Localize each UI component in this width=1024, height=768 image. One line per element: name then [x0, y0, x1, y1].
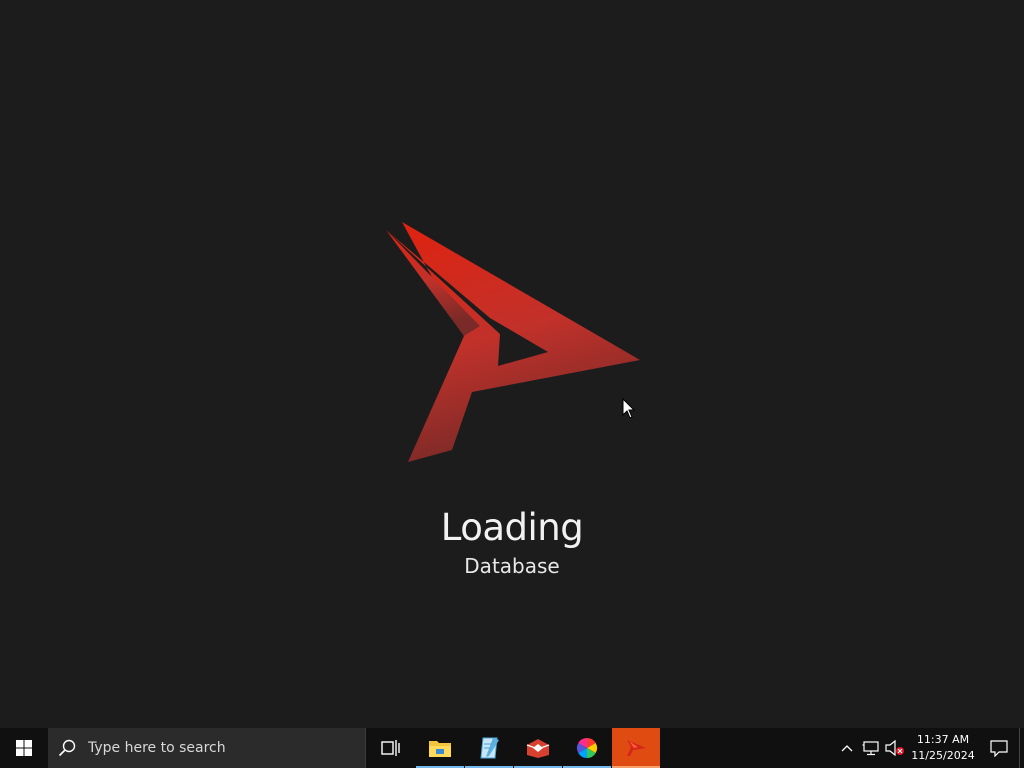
- color-wheel-app-icon: [576, 737, 598, 759]
- action-center-button[interactable]: [979, 728, 1019, 768]
- taskbar-search-box[interactable]: [48, 728, 366, 768]
- search-icon: [58, 739, 76, 757]
- loading-status-detail: Database: [464, 554, 560, 578]
- search-input[interactable]: [86, 739, 350, 757]
- toolbox-app-icon: [526, 739, 550, 758]
- loading-title: Loading: [440, 506, 584, 549]
- toolbox-app-taskbar-button[interactable]: [514, 728, 562, 768]
- clock-date: 11/25/2024: [911, 749, 975, 762]
- notepad-taskbar-button[interactable]: [465, 728, 513, 768]
- file-explorer-icon: [429, 741, 451, 757]
- task-view-button[interactable]: [367, 728, 415, 768]
- volume-muted-icon: [885, 740, 904, 756]
- chevron-up-icon: [841, 745, 853, 752]
- volume-tray-button[interactable]: [883, 728, 907, 768]
- arrowhead-app-icon: [627, 740, 646, 756]
- task-view-icon: [381, 740, 400, 756]
- network-tray-button[interactable]: [859, 728, 883, 768]
- clock-time: 11:37 AM: [916, 733, 970, 746]
- windows-start-icon: [16, 740, 32, 756]
- notepad-icon: [480, 737, 499, 759]
- start-button[interactable]: [0, 728, 48, 768]
- notification-icon: [990, 740, 1008, 757]
- show-desktop-button[interactable]: [1019, 728, 1024, 768]
- show-hidden-icons-button[interactable]: [835, 728, 859, 768]
- file-explorer-taskbar-button[interactable]: [416, 728, 464, 768]
- desktop: Loading Database: [0, 0, 1024, 728]
- color-wheel-app-taskbar-button[interactable]: [563, 728, 611, 768]
- system-tray: 11:37 AM 11/25/2024: [835, 728, 1024, 768]
- mouse-cursor-icon: [622, 398, 636, 419]
- taskbar: 11:37 AM 11/25/2024: [0, 728, 1024, 768]
- arrowhead-app-taskbar-button[interactable]: [612, 728, 660, 768]
- arrowhead-logo-icon: [386, 222, 640, 462]
- network-icon: [862, 741, 879, 756]
- taskbar-clock[interactable]: 11:37 AM 11/25/2024: [907, 728, 979, 768]
